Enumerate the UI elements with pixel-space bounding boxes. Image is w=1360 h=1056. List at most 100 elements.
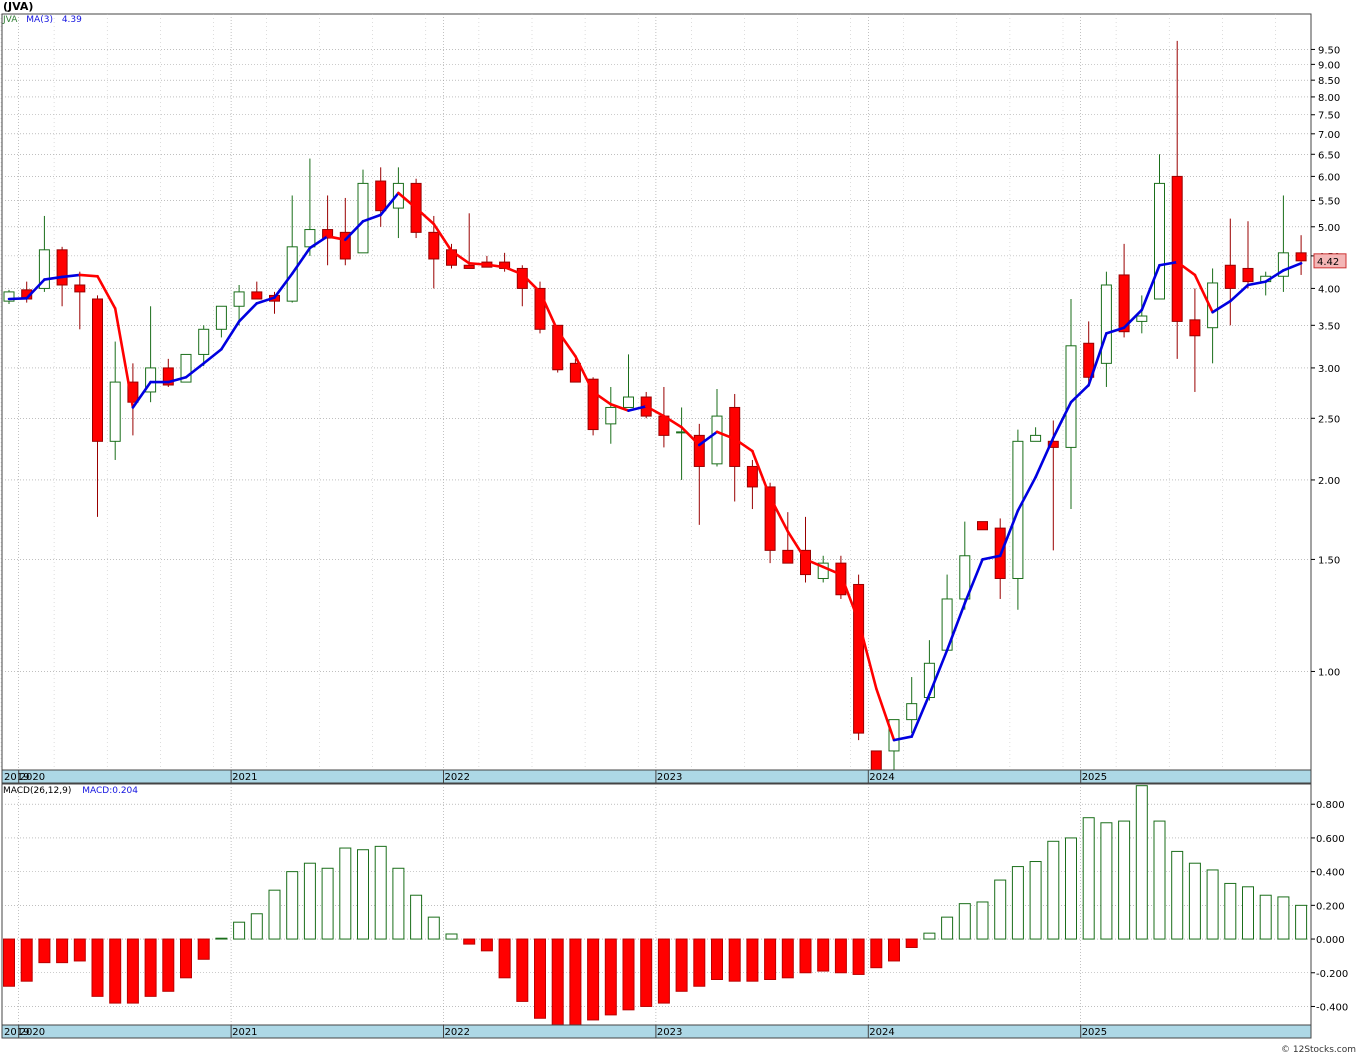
macd-tick-label: 0.400	[1316, 868, 1345, 879]
macd-bar	[463, 938, 476, 945]
macd-plot-frame	[1, 783, 1312, 1026]
chart-title: (JVA)	[3, 0, 34, 13]
year-label: 2023	[657, 1027, 682, 1038]
candle-body	[375, 180, 387, 212]
candle-body	[463, 264, 475, 269]
macd-bar	[1011, 866, 1024, 940]
macd-bar	[711, 938, 723, 980]
macd-bar	[1206, 869, 1219, 940]
price-tick-label: 1.50	[1318, 555, 1340, 566]
macd-bar	[38, 938, 51, 964]
macd-bar	[994, 879, 1007, 940]
macd-bar	[888, 938, 900, 962]
macd-bar	[215, 937, 228, 940]
macd-bar	[268, 889, 281, 940]
macd-bar	[144, 938, 157, 997]
macd-bar	[480, 938, 493, 952]
macd-bar	[1118, 820, 1131, 940]
macd-bar	[109, 938, 122, 1004]
price-tick-label: 6.50	[1318, 150, 1340, 161]
macd-bar	[976, 901, 989, 940]
macd-bar	[1100, 822, 1113, 940]
candle-body	[215, 305, 227, 330]
macd-bar	[445, 933, 458, 940]
ma3-line-segment	[78, 273, 99, 278]
macd-bar	[1135, 785, 1148, 940]
year-label: 2024	[869, 1027, 894, 1038]
candle-body	[1242, 267, 1254, 283]
macd-bar	[781, 938, 794, 979]
macd-bar	[1277, 896, 1290, 940]
macd-bar	[1171, 850, 1184, 940]
macd-tick-label: -0.200	[1316, 969, 1348, 980]
macd-bar	[817, 938, 830, 972]
candle-body	[888, 719, 900, 752]
macd-bar	[569, 938, 582, 1029]
macd-bar	[516, 938, 529, 1002]
macd-bar	[286, 871, 299, 940]
price-tick-label: 1.00	[1318, 667, 1340, 678]
macd-bar	[941, 916, 954, 940]
candle-body	[711, 415, 723, 465]
candle-body	[92, 298, 103, 442]
candle-body	[1100, 284, 1112, 364]
year-label: 2020	[20, 1027, 45, 1038]
candle-body	[251, 291, 263, 300]
price-tick-label: 4.00	[1318, 284, 1340, 295]
price-tick-label: 2.00	[1318, 476, 1340, 487]
stock-chart: 1.001.502.002.503.003.504.004.505.005.50…	[0, 0, 1360, 1056]
candle-body	[1295, 252, 1307, 262]
candle-body	[977, 521, 988, 531]
price-panel: 1.001.502.002.503.003.504.004.505.005.50…	[0, 13, 1347, 779]
macd-bar	[1082, 817, 1095, 940]
year-label: 2025	[1082, 1027, 1107, 1038]
price-tick-label: 3.00	[1318, 364, 1340, 375]
last-price-label: 4.42	[1317, 257, 1339, 268]
price-tick-label: 5.00	[1318, 223, 1340, 234]
price-tick-label: 2.50	[1318, 414, 1340, 425]
macd-bar	[3, 938, 15, 987]
ma3-line-segment	[7, 296, 29, 301]
candle-body	[605, 406, 617, 425]
macd-bar	[870, 938, 883, 969]
macd-bar	[91, 938, 104, 997]
macd-bar	[675, 938, 688, 992]
macd-bar	[1029, 861, 1042, 940]
macd-bar	[339, 847, 352, 940]
price-tick-label: 9.50	[1318, 45, 1340, 56]
candle-body	[1136, 315, 1148, 322]
macd-bar	[1047, 840, 1060, 940]
year-label: 2023	[657, 772, 682, 783]
candle-body	[835, 562, 847, 596]
macd-bar	[551, 938, 564, 1026]
price-tick-label: 8.00	[1318, 93, 1340, 104]
price-tick-label: 8.50	[1318, 76, 1340, 87]
macd-bar	[622, 938, 635, 1011]
macd-bar	[1153, 820, 1166, 940]
macd-tick-label: -0.400	[1316, 1002, 1348, 1013]
macd-bar	[20, 938, 33, 982]
macd-bar	[162, 938, 175, 992]
price-tick-label: 5.50	[1318, 196, 1340, 207]
macd-bar	[1242, 886, 1254, 940]
macd-tick-label: 0.800	[1316, 800, 1345, 811]
price-tick-label: 7.50	[1318, 111, 1340, 122]
macd-bar	[233, 921, 246, 940]
macd-bar	[73, 938, 86, 962]
macd-bar	[746, 938, 759, 982]
candle-body	[623, 396, 634, 408]
candle-body	[1224, 264, 1236, 289]
legend-symbol: JVA	[3, 15, 18, 25]
macd-bar	[410, 894, 423, 940]
macd-bar	[1065, 837, 1077, 940]
macd-bar	[56, 938, 69, 964]
year-label: 2022	[445, 772, 470, 783]
macd-bar	[197, 938, 210, 960]
candle-body	[782, 549, 794, 564]
macd-bar	[303, 862, 316, 940]
macd-bar	[1224, 882, 1237, 940]
price-tick-label: 7.00	[1318, 130, 1340, 141]
macd-bar	[764, 938, 777, 980]
macd-bar	[126, 938, 139, 1004]
macd-bar	[1188, 862, 1201, 940]
